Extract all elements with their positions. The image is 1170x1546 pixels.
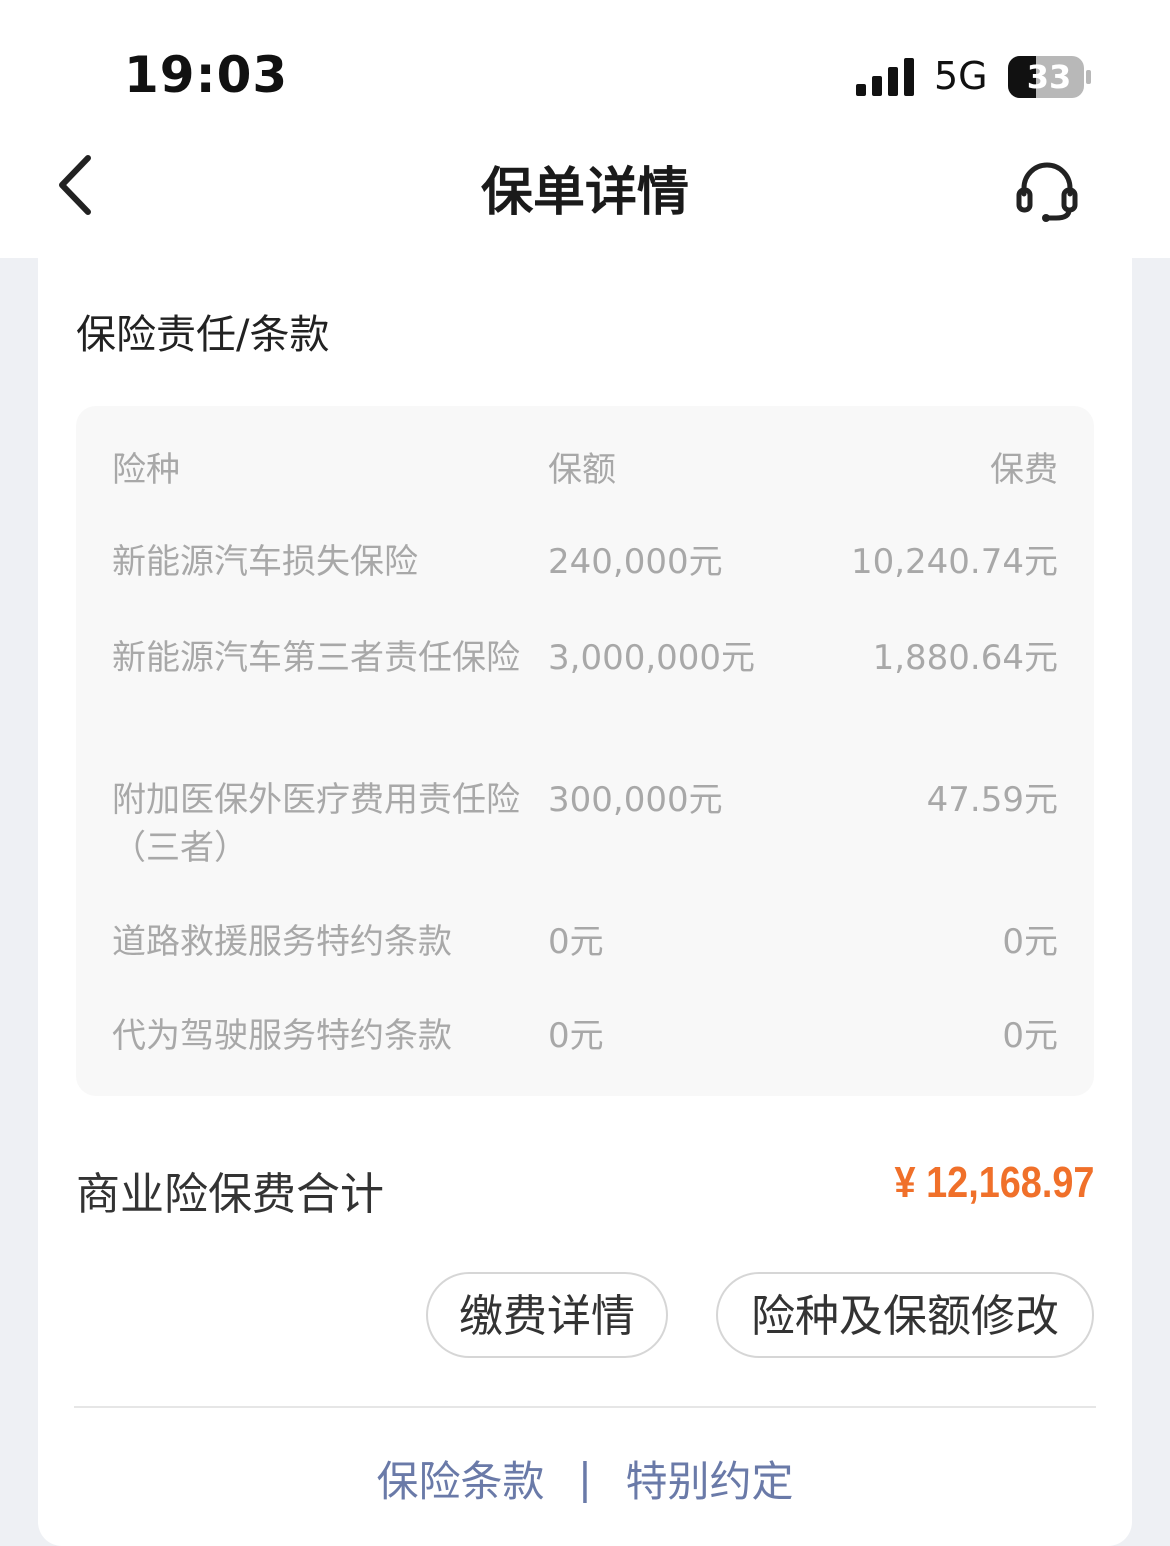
header-coverage-type: 险种	[112, 450, 180, 490]
row-name: 附加医保外医疗费用责任险（三者）	[112, 780, 520, 868]
footer-links: 保险条款 | 特别约定	[38, 1448, 1132, 1509]
signal-bars-icon	[856, 58, 914, 96]
network-label: 5G	[934, 54, 988, 98]
row-premium: 0元	[1002, 1016, 1058, 1056]
row-amount: 3,000,000元	[548, 638, 756, 678]
row-amount: 300,000元	[548, 780, 723, 820]
headset-icon[interactable]	[1012, 158, 1082, 224]
row-premium: 0元	[1002, 922, 1058, 962]
row-name: 道路救援服务特约条款	[112, 922, 452, 962]
row-premium: 1,880.64元	[872, 638, 1058, 678]
divider	[74, 1406, 1096, 1408]
section-title: 保险责任/条款	[76, 312, 330, 358]
row-premium: 47.59元	[926, 780, 1058, 820]
row-name: 代为驾驶服务特约条款	[112, 1016, 452, 1056]
battery-level: 33	[1026, 58, 1072, 96]
payment-details-button[interactable]: 缴费详情	[426, 1272, 668, 1358]
status-time: 19:03	[124, 46, 289, 104]
link-separator: |	[577, 1454, 593, 1503]
policy-detail-page: 19:03 5G 33 保单详情 保险责任/条款 险种 保额 保费 新能源汽车损…	[0, 0, 1170, 1546]
total-premium-value: ¥ 12,168.97	[894, 1158, 1094, 1207]
coverage-card: 保险责任/条款 险种 保额 保费 新能源汽车损失保险 240,000元 10,2…	[38, 240, 1132, 1546]
total-premium-label: 商业险保费合计	[76, 1169, 384, 1220]
top-bar: 19:03 5G 33 保单详情	[0, 0, 1170, 258]
insurance-terms-link[interactable]: 保险条款	[377, 1448, 545, 1509]
header-insured-amount: 保额	[548, 450, 616, 490]
row-name: 新能源汽车损失保险	[112, 542, 418, 582]
special-agreement-link[interactable]: 特别约定	[625, 1448, 793, 1509]
modify-coverage-button[interactable]: 险种及保额修改	[716, 1272, 1094, 1358]
row-amount: 0元	[548, 922, 604, 962]
coverage-table: 险种 保额 保费 新能源汽车损失保险 240,000元 10,240.74元 新…	[76, 406, 1094, 1096]
page-title: 保单详情	[480, 163, 689, 223]
row-amount: 240,000元	[548, 542, 723, 582]
row-amount: 0元	[548, 1016, 604, 1056]
header-premium: 保费	[990, 450, 1058, 490]
row-name: 新能源汽车第三者责任保险	[112, 638, 520, 678]
row-premium: 10,240.74元	[850, 542, 1058, 582]
